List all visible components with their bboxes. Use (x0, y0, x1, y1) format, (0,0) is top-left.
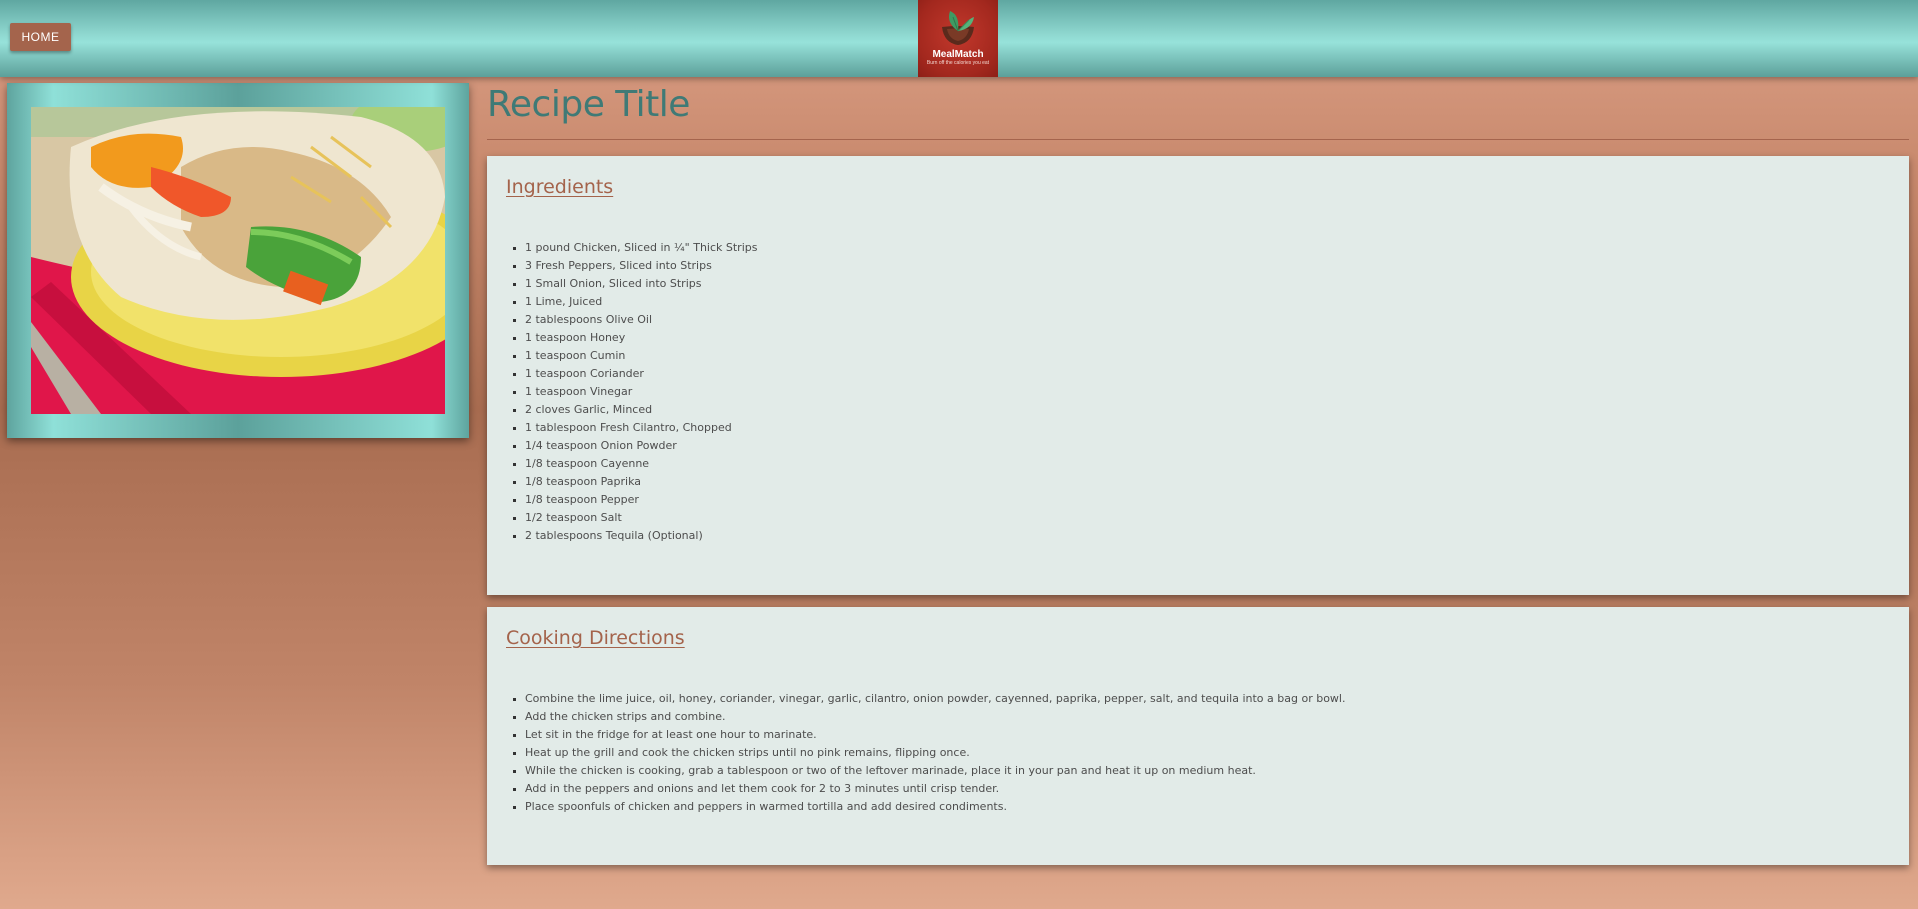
list-item: 1/8 teaspoon Pepper (525, 491, 757, 509)
ingredients-heading: Ingredients (506, 176, 614, 198)
list-item: 1 teaspoon Vinegar (525, 383, 757, 401)
list-item: While the chicken is cooking, grab a tab… (525, 762, 1345, 780)
directions-heading: Cooking Directions (506, 627, 685, 649)
ingredients-list: 1 pound Chicken, Sliced in ¼" Thick Stri… (525, 239, 757, 545)
logo-name: MealMatch (932, 49, 984, 60)
directions-list: Combine the lime juice, oil, honey, cori… (525, 690, 1345, 816)
list-item: 1/8 teaspoon Paprika (525, 473, 757, 491)
title-divider (487, 139, 1909, 140)
list-item: 3 Fresh Peppers, Sliced into Strips (525, 257, 757, 275)
directions-card: Cooking Directions Combine the lime juic… (487, 607, 1909, 865)
list-item: 1/2 teaspoon Salt (525, 509, 757, 527)
list-item: 1 teaspoon Honey (525, 329, 757, 347)
logo-tagline: Burn off the calories you eat (926, 60, 990, 66)
fajita-photo-icon (31, 107, 445, 414)
top-navigation-bar: HOME MealMatch Burn off the calories you… (0, 0, 1918, 77)
list-item: Heat up the grill and cook the chicken s… (525, 744, 1345, 762)
list-item: 1 tablespoon Fresh Cilantro, Chopped (525, 419, 757, 437)
list-item: 2 tablespoons Tequila (Optional) (525, 527, 757, 545)
leaf-bowl-icon (942, 11, 974, 45)
list-item: Place spoonfuls of chicken and peppers i… (525, 798, 1345, 816)
list-item: Combine the lime juice, oil, honey, cori… (525, 690, 1345, 708)
list-item: 1/8 teaspoon Cayenne (525, 455, 757, 473)
list-item: Let sit in the fridge for at least one h… (525, 726, 1345, 744)
list-item: 1 pound Chicken, Sliced in ¼" Thick Stri… (525, 239, 757, 257)
list-item: 2 tablespoons Olive Oil (525, 311, 757, 329)
recipe-image (31, 107, 445, 414)
home-button[interactable]: HOME (10, 23, 71, 51)
list-item: 1 teaspoon Coriander (525, 365, 757, 383)
mealmatch-logo[interactable]: MealMatch Burn off the calories you eat (918, 0, 998, 77)
list-item: 1 Lime, Juiced (525, 293, 757, 311)
list-item: 1/4 teaspoon Onion Powder (525, 437, 757, 455)
recipe-image-frame (7, 83, 469, 438)
ingredients-card: Ingredients 1 pound Chicken, Sliced in ¼… (487, 156, 1909, 595)
list-item: 1 teaspoon Cumin (525, 347, 757, 365)
list-item: 2 cloves Garlic, Minced (525, 401, 757, 419)
list-item: 1 Small Onion, Sliced into Strips (525, 275, 757, 293)
recipe-title: Recipe Title (487, 84, 690, 125)
list-item: Add in the peppers and onions and let th… (525, 780, 1345, 798)
list-item: Add the chicken strips and combine. (525, 708, 1345, 726)
